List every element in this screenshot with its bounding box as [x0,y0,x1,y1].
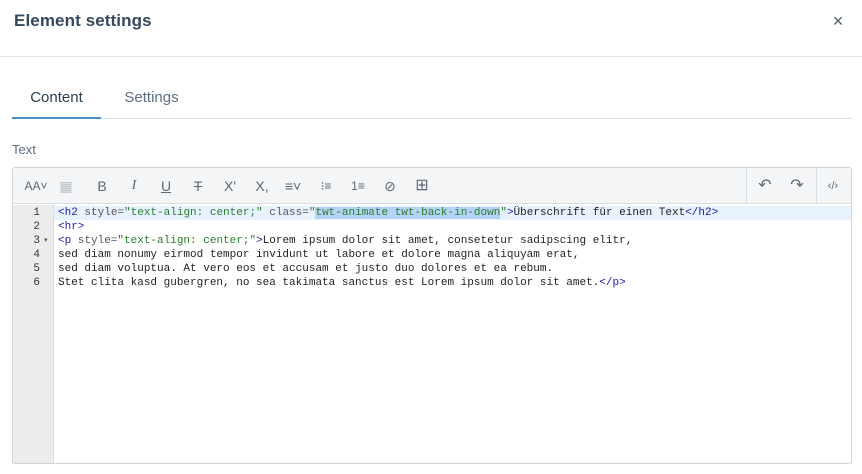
code-token: class= [262,207,309,219]
strikethrough-icon[interactable]: T [189,177,207,195]
code-token: " [500,207,507,219]
line-number: 2 [33,221,40,233]
code-line[interactable]: <hr> [54,220,851,234]
link-icon[interactable]: ⊘ [381,177,399,195]
code-line[interactable]: <h2 style="text-align: center;" class= "t… [54,206,851,220]
line-number: 1 [33,207,40,219]
toolbar-divider [746,168,747,204]
fold-toggle-icon[interactable]: ▾ [44,234,52,248]
selected-text: twt-animate twt-back-in-down [315,207,501,219]
toolbar-divider [816,168,817,204]
editor-toolbar: AA˅ ▦ B I U T X' X, ≡˅ ⁝≡ 1≡ ⊘ ⊞ ↶ ↷ ‹/› [13,168,851,204]
italic-icon[interactable]: I [125,177,143,195]
text-field-label: Text [12,142,36,157]
code-token: <hr> [58,221,85,233]
table-icon[interactable]: ⊞ [413,177,431,195]
bullet-list-icon[interactable]: ⁝≡ [316,177,336,195]
code-token: Stet clita kasd gubergren, no sea takima… [58,277,600,289]
redo-icon[interactable]: ↷ [788,177,806,195]
code-token: <p [58,235,72,247]
code-line[interactable]: sed diam voluptua. At vero eos et accusa… [54,262,851,276]
line-number: 4 [33,249,40,261]
line-number: 5 [33,263,40,275]
numbered-list-icon[interactable]: 1≡ [348,177,368,195]
code-token: Überschrift für einen Text [513,207,686,219]
underline-icon[interactable]: U [157,177,175,195]
code-line[interactable]: <p style="text-align: center;">Lorem ips… [54,234,851,248]
close-icon[interactable]: × [826,9,850,33]
code-token: "text-align: center;" [117,235,257,247]
tab-settings[interactable]: Settings [118,84,185,119]
code-token: Lorem ipsum dolor sit amet, consetetur s… [262,235,633,247]
tab-bar: Content Settings [12,84,852,119]
code-line[interactable]: Stet clita kasd gubergren, no sea takima… [54,276,851,290]
code-line[interactable]: sed diam nonumy eirmod tempor invidunt u… [54,248,851,262]
dialog-header: Element settings × [0,0,862,57]
align-icon[interactable]: ≡˅ [279,177,307,195]
bold-icon[interactable]: B [93,177,111,195]
code-token: style= [71,235,118,247]
code-token: </p> [599,277,626,289]
code-area[interactable]: <h2 style="text-align: center;" class="t… [54,205,851,463]
code-token: > [256,235,263,247]
code-token: </h2> [685,207,719,219]
code-token: > [506,207,514,219]
superscript-icon[interactable]: X' [221,177,239,195]
undo-icon[interactable]: ↶ [756,177,774,195]
code-token: style= [77,207,125,219]
dialog-title: Element settings [14,11,152,30]
code-token: "text-align: center;" [124,207,263,219]
subscript-icon[interactable]: X, [253,177,271,195]
code-token: <h2 [58,207,78,219]
line-number: 6 [33,277,40,289]
code-token: sed diam voluptua. At vero eos et accusa… [58,263,554,275]
code-view-icon[interactable]: ‹/› [822,177,844,195]
checker-icon[interactable]: ▦ [57,177,75,195]
line-number-gutter: 1 2 3 ▾ 4 5 6 [13,205,54,463]
code-token: sed diam nonumy eirmod tempor invidunt u… [58,249,580,261]
code-editor: AA˅ ▦ B I U T X' X, ≡˅ ⁝≡ 1≡ ⊘ ⊞ ↶ ↷ ‹/›… [12,167,852,464]
tab-content[interactable]: Content [12,84,101,119]
font-size-icon[interactable]: AA˅ [23,177,49,195]
